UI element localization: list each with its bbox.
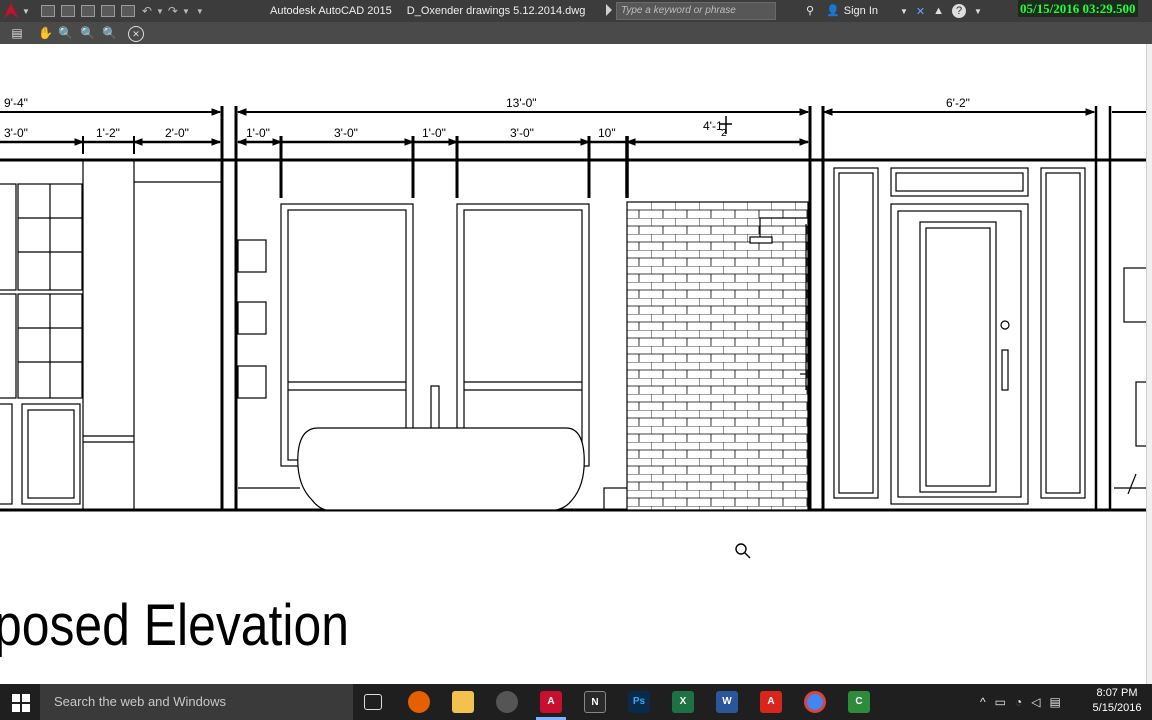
entry-door <box>833 167 1086 505</box>
sign-in-button[interactable]: ⚲ 👤 Sign In <box>806 0 878 22</box>
save-icon[interactable] <box>80 5 95 17</box>
dim-overall-right: 6'-2" <box>946 96 970 110</box>
dim-left-a: 3'-0" <box>4 126 28 140</box>
autocad-icon[interactable]: A <box>540 691 562 713</box>
camtasia-icon[interactable]: C <box>848 691 870 713</box>
clock-time: 8:07 PM <box>1096 687 1138 699</box>
chrome-icon[interactable] <box>804 691 826 713</box>
redo-icon[interactable]: ↷ <box>168 4 178 18</box>
close-icon[interactable]: ✕ <box>128 26 144 42</box>
zoom-cursor-icon <box>735 543 751 559</box>
battery-icon[interactable]: ▭ <box>995 695 1006 709</box>
elevation-title: posed Elevation <box>0 593 349 658</box>
pan-icon[interactable]: ✋ <box>38 26 53 40</box>
print-icon[interactable]: ▤ <box>10 26 24 40</box>
file-explorer-icon[interactable] <box>452 691 474 713</box>
file-name: D_Oxender drawings 5.12.2014.dwg <box>406 5 586 17</box>
drawing-canvas[interactable]: 9'-4" 13'-0" 6'-2" 3'-0" 1'-2" 2'-0" 1'-… <box>0 44 1146 684</box>
dim-mid-f: 4'-1 <box>703 119 723 133</box>
notifications-icon[interactable]: ▤ <box>1049 695 1060 709</box>
app-name: Autodesk AutoCAD 2015 <box>270 5 392 17</box>
dim-left-c: 2'-0" <box>165 126 189 140</box>
dim-mid-c: 1'-0" <box>422 126 446 140</box>
dimension-labels: 9'-4" 13'-0" 6'-2" 3'-0" 1'-2" 2'-0" 1'-… <box>4 96 970 140</box>
autocad-logo-icon[interactable] <box>0 0 22 22</box>
help-icon[interactable]: ? <box>952 4 967 18</box>
left-cabinets <box>0 160 222 510</box>
volume-icon[interactable]: ◁ <box>1031 695 1040 709</box>
taskbar-clock[interactable]: 8:07 PM 5/15/2016 <box>1090 686 1144 716</box>
recording-timestamp: 05/15/2016 03:29.500 <box>1018 0 1138 17</box>
navisworks-icon[interactable]: N <box>584 691 606 713</box>
dim-mid-a: 1'-0" <box>246 126 270 140</box>
customize-icon[interactable]: ▼ <box>196 7 204 16</box>
binoculars-icon[interactable]: ⚲ <box>806 0 814 22</box>
photoshop-icon[interactable]: Ps <box>628 691 650 713</box>
signin-dropdown-icon[interactable]: ▼ <box>900 7 908 16</box>
bath-wall <box>237 203 651 511</box>
firefox-icon[interactable] <box>408 691 430 713</box>
brick-wall <box>626 201 809 511</box>
word-icon[interactable]: W <box>716 691 738 713</box>
exchange-apps-icon[interactable]: ✕ <box>916 5 925 18</box>
sign-in-label: Sign In <box>843 5 879 17</box>
title-bar: ▼ ↶ ▼ ↷ ▼ ▼ Autodesk AutoCAD 2015 D_Oxen… <box>0 0 1152 22</box>
vertical-scrollbar[interactable] <box>1146 44 1152 684</box>
dim-mid-d: 3'-0" <box>510 126 534 140</box>
keyword-search-input[interactable]: Type a keyword or phrase <box>616 2 776 20</box>
zoom-previous-icon[interactable]: 🔍 <box>102 26 117 40</box>
dim-mid-b: 3'-0" <box>334 126 358 140</box>
window-title: Autodesk AutoCAD 2015 D_Oxender drawings… <box>270 0 597 22</box>
infocenter-icons: ▼ ✕ ▲ ? ▼ <box>900 0 982 22</box>
steam-icon[interactable] <box>496 691 518 713</box>
user-icon: 👤 <box>826 5 840 17</box>
open-icon[interactable] <box>60 5 75 17</box>
quick-access-toolbar: ▼ ↶ ▼ ↷ ▼ ▼ <box>0 0 204 22</box>
system-tray: ^ ▭ ◔ ◁ ▤ <box>980 684 1061 720</box>
task-view-icon[interactable] <box>364 694 382 710</box>
infocenter-expand-icon[interactable] <box>606 4 612 16</box>
clock-date: 5/15/2016 <box>1092 702 1142 714</box>
view-toolbar: ▤ ✋ 🔍 🔍 🔍 ✕ <box>0 22 1152 44</box>
elevation-drawing: 9'-4" 13'-0" 6'-2" 3'-0" 1'-2" 2'-0" 1'-… <box>0 96 1146 559</box>
acrobat-icon[interactable]: A <box>760 691 782 713</box>
saveas-icon[interactable] <box>100 5 115 17</box>
dim-mid-e: 10" <box>598 126 616 140</box>
dim-overall-left: 9'-4" <box>4 96 28 110</box>
wifi-icon[interactable]: ◔ <box>1015 695 1022 709</box>
taskbar-search-input[interactable]: Search the web and Windows <box>40 684 353 720</box>
zoom-window-icon[interactable]: 🔍 <box>80 26 95 40</box>
windows-start-icon[interactable] <box>12 694 30 712</box>
plot-icon[interactable] <box>120 5 135 17</box>
zoom-realtime-icon[interactable]: 🔍 <box>58 26 73 40</box>
windows-taskbar: Search the web and Windows A N Ps X W A … <box>0 684 1152 720</box>
dim-overall-center: 13'-0" <box>506 96 537 110</box>
undo-dropdown-icon[interactable]: ▼ <box>156 7 164 16</box>
new-icon[interactable] <box>40 5 55 17</box>
stay-connected-icon[interactable]: ▲ <box>933 5 944 17</box>
dim-left-b: 1'-2" <box>96 126 120 140</box>
excel-icon[interactable]: X <box>672 691 694 713</box>
right-fragment <box>1114 267 1146 495</box>
undo-icon[interactable]: ↶ <box>142 4 152 18</box>
app-menu-chevron-icon[interactable]: ▼ <box>22 7 30 16</box>
help-dropdown-icon[interactable]: ▼ <box>974 7 982 16</box>
tray-expand-icon[interactable]: ^ <box>980 695 986 709</box>
redo-dropdown-icon[interactable]: ▼ <box>182 7 190 16</box>
